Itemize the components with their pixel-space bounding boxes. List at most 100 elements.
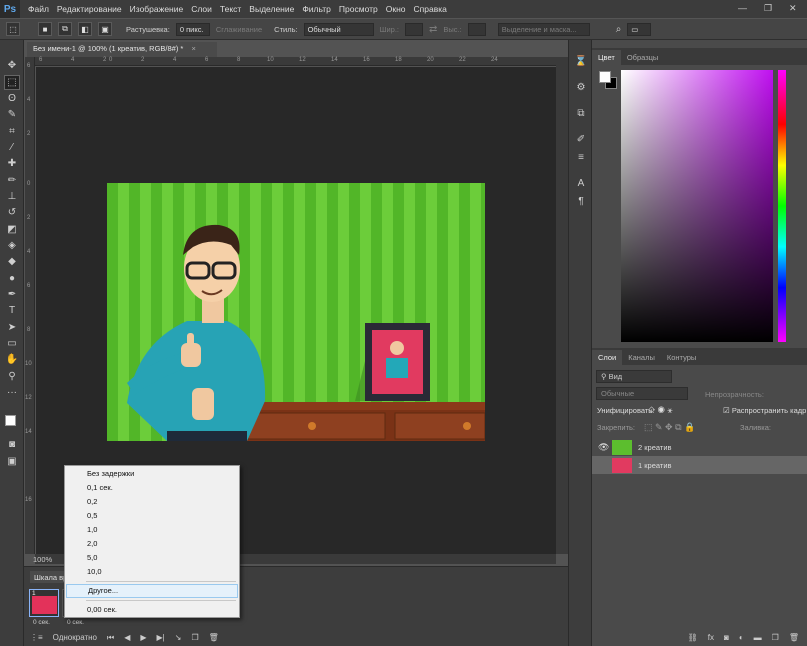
delay-option[interactable]: 2,0 — [66, 537, 238, 551]
delay-option[interactable]: 0,1 сек. — [66, 481, 238, 495]
blend-mode-select[interactable]: Обычные — [596, 387, 688, 400]
tab-swatches[interactable]: Образцы — [621, 50, 665, 65]
minimize-icon[interactable]: — — [738, 3, 747, 13]
delay-option[interactable]: 0,2 — [66, 495, 238, 509]
menu-edit[interactable]: Редактирование — [53, 4, 126, 14]
rectangle-icon[interactable]: ▭ — [4, 336, 20, 351]
workspace-icon[interactable]: ▭ — [627, 22, 652, 36]
layer-name[interactable]: 2 креатив — [638, 443, 672, 452]
propagate-checkbox[interactable]: ☑ Распространить кадр 1 — [723, 406, 807, 415]
eyedropper-icon[interactable]: ⁄ — [4, 140, 20, 155]
quick-mask-icon[interactable]: ◙ — [4, 437, 20, 452]
menu-image[interactable]: Изображение — [126, 4, 188, 14]
height-input[interactable] — [467, 22, 486, 36]
adjustments-icon[interactable]: ≡ — [574, 150, 588, 164]
menu-select[interactable]: Выделение — [245, 4, 298, 14]
refine-mask-button[interactable]: Выделение и маска... — [497, 22, 590, 36]
close-icon[interactable]: ✕ — [789, 3, 797, 14]
type-icon[interactable]: T — [4, 303, 20, 318]
delete-layer-icon[interactable]: 🗑 — [789, 633, 799, 642]
unify-icons[interactable]: ⟐ ◉ ⚹ — [648, 405, 673, 416]
visibility-icon[interactable]: 👁 — [598, 442, 609, 453]
move-icon[interactable]: ✥ — [4, 58, 20, 73]
menu-window[interactable]: Окно — [382, 4, 410, 14]
lasso-icon[interactable]: ʘ — [4, 91, 20, 106]
screen-mode-icon[interactable]: ▣ — [4, 454, 20, 469]
menu-layers[interactable]: Слои — [187, 4, 216, 14]
animation-frame[interactable]: 1 — [29, 589, 59, 617]
healing-icon[interactable]: ✚ — [4, 156, 20, 171]
delete-frame-icon[interactable]: 🗑 — [209, 633, 219, 642]
eraser-icon[interactable]: ◩ — [4, 222, 20, 237]
paragraph-icon[interactable]: ¶ — [574, 194, 588, 208]
first-frame-icon[interactable]: ⏮ — [107, 633, 114, 643]
crop-icon[interactable]: ⌗ — [4, 124, 20, 139]
duplicate-frame-icon[interactable]: ❐ — [191, 633, 198, 642]
delay-option[interactable]: 1,0 — [66, 523, 238, 537]
width-input[interactable] — [404, 22, 423, 36]
add-selection-icon[interactable]: ⧉ — [58, 22, 72, 36]
delay-other-option[interactable]: Другое... — [66, 584, 238, 598]
intersect-selection-icon[interactable]: ▣ — [98, 22, 112, 36]
hue-slider[interactable] — [778, 70, 786, 342]
marquee-icon[interactable]: ⬚ — [4, 75, 20, 90]
new-selection-icon[interactable]: ■ — [38, 22, 52, 36]
zoom-icon[interactable]: ⚲ — [4, 369, 20, 384]
swap-icon[interactable]: ⇄ — [429, 24, 437, 35]
path-select-icon[interactable]: ➤ — [4, 320, 20, 335]
frame-delay[interactable]: 0 сек. — [67, 619, 84, 626]
frame-delay[interactable]: 0 сек. — [33, 619, 50, 626]
brush-icon[interactable]: ✏ — [4, 173, 20, 188]
layer-row-selected[interactable]: 1 креатив — [592, 456, 807, 474]
pen-icon[interactable]: ✒ — [4, 287, 20, 302]
tab-paths[interactable]: Контуры — [661, 350, 702, 365]
delay-option[interactable]: 5,0 — [66, 551, 238, 565]
menu-filter[interactable]: Фильтр — [298, 4, 335, 14]
history-icon[interactable]: ⌛ — [574, 54, 588, 68]
lock-icons[interactable]: ⬚ ✎ ✥ ⧉ 🔒 — [644, 422, 695, 433]
menu-view[interactable]: Просмотр — [335, 4, 382, 14]
menu-text[interactable]: Текст — [216, 4, 245, 14]
tab-layers[interactable]: Слои — [592, 350, 623, 365]
restore-icon[interactable]: ❐ — [764, 3, 772, 14]
menu-help[interactable]: Справка — [410, 4, 451, 14]
tab-channels[interactable]: Каналы — [622, 350, 661, 365]
document-tab[interactable]: Без имени-1 @ 100% (1 креатив, RGB/8#) *… — [27, 42, 217, 57]
gradient-icon[interactable]: ◈ — [4, 238, 20, 253]
character-icon[interactable]: A — [574, 176, 588, 190]
marquee-preset-icon[interactable]: ⬚ — [6, 22, 20, 36]
menu-file[interactable]: Файл — [24, 4, 53, 14]
dodge-icon[interactable]: ● — [4, 271, 20, 286]
layer-row[interactable]: 👁 2 креатив — [592, 438, 807, 456]
tab-color[interactable]: Цвет — [592, 50, 621, 65]
delay-option[interactable]: 10,0 — [66, 565, 238, 579]
antialias-checkbox[interactable]: Сглаживание — [216, 25, 262, 34]
feather-input[interactable]: 0 пикс. — [175, 22, 210, 36]
color-field[interactable] — [621, 70, 773, 342]
delay-option[interactable]: Без задержки — [66, 467, 238, 481]
convert-timeline-icon[interactable]: ⋮≡ — [30, 633, 43, 642]
brush-settings-icon[interactable]: ✐ — [574, 132, 588, 146]
quick-select-icon[interactable]: ✎ — [4, 107, 20, 122]
foreground-swatch[interactable] — [599, 71, 611, 83]
new-layer-icon[interactable]: ❐ — [772, 633, 779, 642]
layer-name[interactable]: 1 креатив — [638, 461, 672, 470]
layer-filter-select[interactable]: ⚲ Вид — [596, 370, 672, 383]
document-canvas[interactable] — [107, 183, 485, 441]
tween-icon[interactable]: ↘ — [175, 633, 182, 642]
hand-icon[interactable]: ✋ — [4, 352, 20, 367]
stamp-icon[interactable]: ⊥ — [4, 189, 20, 204]
play-icon[interactable]: ▶ — [140, 633, 146, 642]
group-icon[interactable]: ▬ — [754, 633, 762, 642]
next-frame-icon[interactable]: ▶| — [157, 633, 165, 642]
subtract-selection-icon[interactable]: ◧ — [78, 22, 92, 36]
layer-mask-icon[interactable]: ◙ — [724, 633, 729, 642]
blur-icon[interactable]: ◆ — [4, 254, 20, 269]
style-select[interactable]: Обычный — [303, 22, 374, 36]
close-tab-icon[interactable]: × — [191, 44, 195, 53]
vertical-scrollbar[interactable] — [556, 57, 568, 554]
actions-icon[interactable]: ⚙ — [574, 80, 588, 94]
history-brush-icon[interactable]: ↺ — [4, 205, 20, 220]
search-icon[interactable]: ⌕ — [616, 24, 622, 35]
link-layers-icon[interactable]: ⛓ — [688, 633, 698, 642]
